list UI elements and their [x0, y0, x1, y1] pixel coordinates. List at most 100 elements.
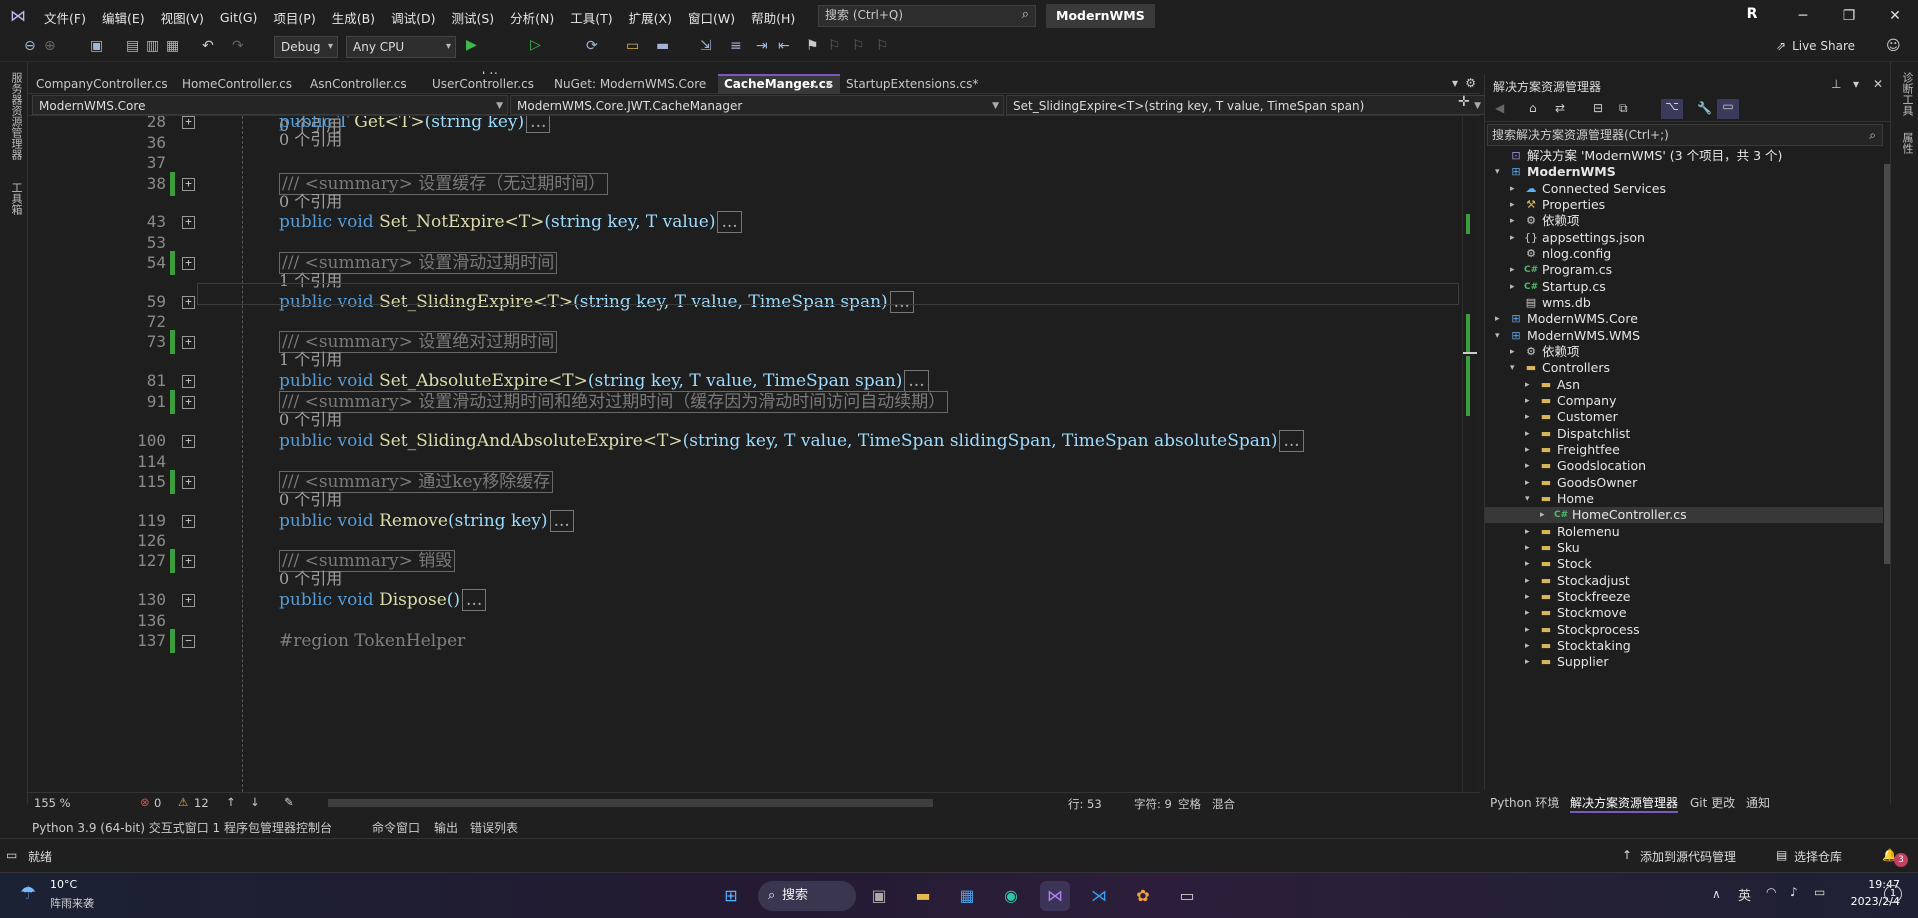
tree-item[interactable]: ▸ C# HomeController.cs [1485, 507, 1883, 524]
menu-item[interactable]: 视图(V) [153, 8, 212, 27]
app-icon[interactable]: ✿ [1128, 881, 1158, 911]
step-icon[interactable]: ⇲ [694, 38, 718, 54]
tree-item[interactable]: ▸ ▬ Sku [1485, 540, 1883, 556]
code-line[interactable]: 137 − #region TokenHelper [28, 629, 1468, 653]
chevron-down-icon[interactable]: ▾ [1510, 360, 1520, 376]
solution-search-input[interactable]: 搜索解决方案资源管理器(Ctrl+;) ⌕ [1487, 124, 1883, 146]
summary-comment[interactable]: /// <summary> 设置滑动过期时间和绝对过期时间（缓存因为滑动时间访问… [279, 391, 949, 413]
user-avatar[interactable]: R [1742, 6, 1762, 26]
vscode-icon[interactable]: ⋊ [1084, 881, 1114, 911]
zoom-select[interactable]: 155 % [34, 796, 71, 810]
menu-item[interactable]: 生成(B) [324, 8, 383, 27]
menu-item[interactable]: 文件(F) [36, 8, 94, 27]
reference-lens[interactable]: 1 个引用 [279, 350, 342, 370]
file-explorer-icon[interactable]: ▬ [908, 881, 938, 911]
collapse-all-icon[interactable]: ⊟ [1593, 101, 1603, 115]
menu-item[interactable]: Git(G) [212, 10, 266, 25]
collapsed-region[interactable]: ... [462, 589, 487, 611]
tree-item[interactable]: ▸ ▬ Stockfreeze [1485, 589, 1883, 605]
vs-logo-icon[interactable]: ⋈ [10, 6, 26, 25]
properties-tab[interactable]: 属性 [1899, 132, 1915, 154]
code-line[interactable]: 91 + /// <summary> 设置滑动过期时间和绝对过期时间（缓存因为滑动时… [28, 390, 1468, 414]
clear-bookmark-icon[interactable]: ⚐ [870, 38, 895, 54]
fold-toggle[interactable]: − [182, 635, 195, 648]
task-view-icon[interactable]: ▣ [864, 881, 894, 911]
tree-item[interactable]: ⚙ nlog.config [1485, 246, 1883, 262]
menu-item[interactable]: 扩展(X) [621, 8, 680, 27]
close-icon[interactable]: ✕ [825, 76, 834, 93]
chevron-right-icon[interactable]: ▸ [1525, 605, 1535, 621]
code-line[interactable]: 73 +/// <summary> 设置绝对过期时间 [28, 330, 1468, 354]
tree-item[interactable]: ▸ ▬ GoodsOwner [1485, 475, 1883, 491]
horizontal-scrollbar[interactable] [328, 799, 933, 807]
tree-item[interactable]: ▸ ☁ Connected Services [1485, 181, 1883, 197]
folder-icon[interactable]: ▭ [620, 38, 645, 54]
chevron-right-icon[interactable]: ▸ [1525, 654, 1535, 670]
tab-document[interactable]: NuGet: ModernWMS.Core [548, 74, 718, 94]
collapsed-region[interactable]: ... [1279, 430, 1304, 452]
weather-icon[interactable]: ☂ [20, 883, 36, 904]
prev-bookmark-icon[interactable]: ⚐ [822, 38, 847, 54]
add-source-control-button[interactable]: 添加到源代码管理 [1640, 848, 1736, 865]
solution-name-badge[interactable]: ModernWMS [1046, 4, 1155, 28]
reference-lens[interactable]: 0 个引用 [279, 410, 342, 430]
server-explorer-tab[interactable]: 服务器资源管理器 [8, 72, 24, 160]
tab-document[interactable]: AsnController.cs [304, 74, 426, 94]
char-indicator[interactable]: 字符: 9 [1134, 796, 1172, 812]
bottom-tab[interactable]: 输出 [434, 819, 458, 836]
select-repo-button[interactable]: 选择仓库 [1794, 848, 1842, 865]
chevron-right-icon[interactable]: ▸ [1525, 475, 1535, 491]
chevron-down-icon[interactable]: ▾ [1495, 164, 1505, 180]
toolbox-tab[interactable]: 工具箱 [8, 182, 24, 215]
chevron-right-icon[interactable]: ▸ [1525, 458, 1535, 474]
collapsed-region[interactable]: ... [717, 211, 742, 233]
fold-toggle[interactable]: + [182, 396, 195, 409]
fold-toggle[interactable]: + [182, 257, 195, 270]
tree-item[interactable]: ▸ {} appsettings.json [1485, 230, 1883, 246]
chevron-down-icon[interactable]: ▾ [1495, 328, 1505, 344]
arrow-down-icon[interactable]: ↓ [250, 795, 260, 809]
layout-icon[interactable]: ▬ [650, 38, 675, 54]
volume-icon[interactable]: ♪ [1790, 885, 1798, 899]
tab-overflow-icon[interactable]: ▾ [1452, 76, 1458, 90]
show-all-icon[interactable]: ⧉ [1619, 101, 1628, 116]
cleanup-icon[interactable]: ✎ [284, 795, 294, 809]
tree-item[interactable]: ▸ ▬ Asn [1485, 377, 1883, 393]
panel-tab[interactable]: 通知 [1746, 794, 1770, 811]
forward-icon[interactable]: ⊕ [38, 38, 62, 54]
visual-studio-icon[interactable]: ⋈ [1040, 881, 1070, 911]
chevron-right-icon[interactable]: ▸ [1540, 507, 1550, 523]
tree-item[interactable]: ▸ ⚙ 依赖项 [1485, 344, 1883, 360]
maximize-button[interactable]: ❐ [1826, 0, 1872, 32]
chevron-right-icon[interactable]: ▸ [1525, 377, 1535, 393]
tree-item[interactable]: ▸ ▬ Company [1485, 393, 1883, 409]
fold-toggle[interactable]: + [182, 178, 195, 191]
align-icon[interactable]: ≡ [724, 38, 748, 54]
close-window-button[interactable]: ✕ [1872, 0, 1918, 32]
class-dropdown[interactable]: ModernWMS.Core.JWT.CacheManager ▼ [510, 95, 1004, 115]
chevron-right-icon[interactable]: ▸ [1525, 556, 1535, 572]
fold-toggle[interactable]: + [182, 435, 195, 448]
bottom-tab[interactable]: 错误列表 [470, 819, 518, 836]
properties-icon[interactable]: 🔧 [1697, 101, 1712, 115]
gear-icon[interactable]: ⚙ [1465, 76, 1476, 90]
chevron-right-icon[interactable]: ▸ [1525, 442, 1535, 458]
menu-item[interactable]: 调试(D) [383, 8, 443, 27]
chevron-down-icon[interactable]: ▾ [1525, 491, 1535, 507]
code-line[interactable]: 54 +/// <summary> 设置滑动过期时间 [28, 251, 1468, 275]
chevron-up-icon[interactable]: ∧ [1712, 887, 1721, 901]
bottom-tab[interactable]: 程序包管理器控制台 [224, 819, 332, 836]
chevron-right-icon[interactable]: ▸ [1510, 197, 1520, 213]
menu-item[interactable]: 测试(S) [443, 8, 502, 27]
chevron-right-icon[interactable]: ▸ [1510, 230, 1520, 246]
pin-icon[interactable]: ⊥ [809, 76, 818, 93]
tree-item[interactable]: ▾ ▬ Controllers [1485, 360, 1883, 376]
fold-toggle[interactable]: + [182, 336, 195, 349]
run-icon[interactable]: ▶ [460, 37, 483, 53]
error-count[interactable]: 0 [154, 796, 161, 810]
terminal-icon[interactable]: ▭ [1172, 881, 1202, 911]
arrow-up-icon[interactable]: ↑ [226, 795, 236, 809]
fold-toggle[interactable]: + [182, 476, 195, 489]
space-indicator[interactable]: 空格 [1178, 796, 1201, 812]
tree-item[interactable]: ▸ ▬ Customer [1485, 409, 1883, 425]
